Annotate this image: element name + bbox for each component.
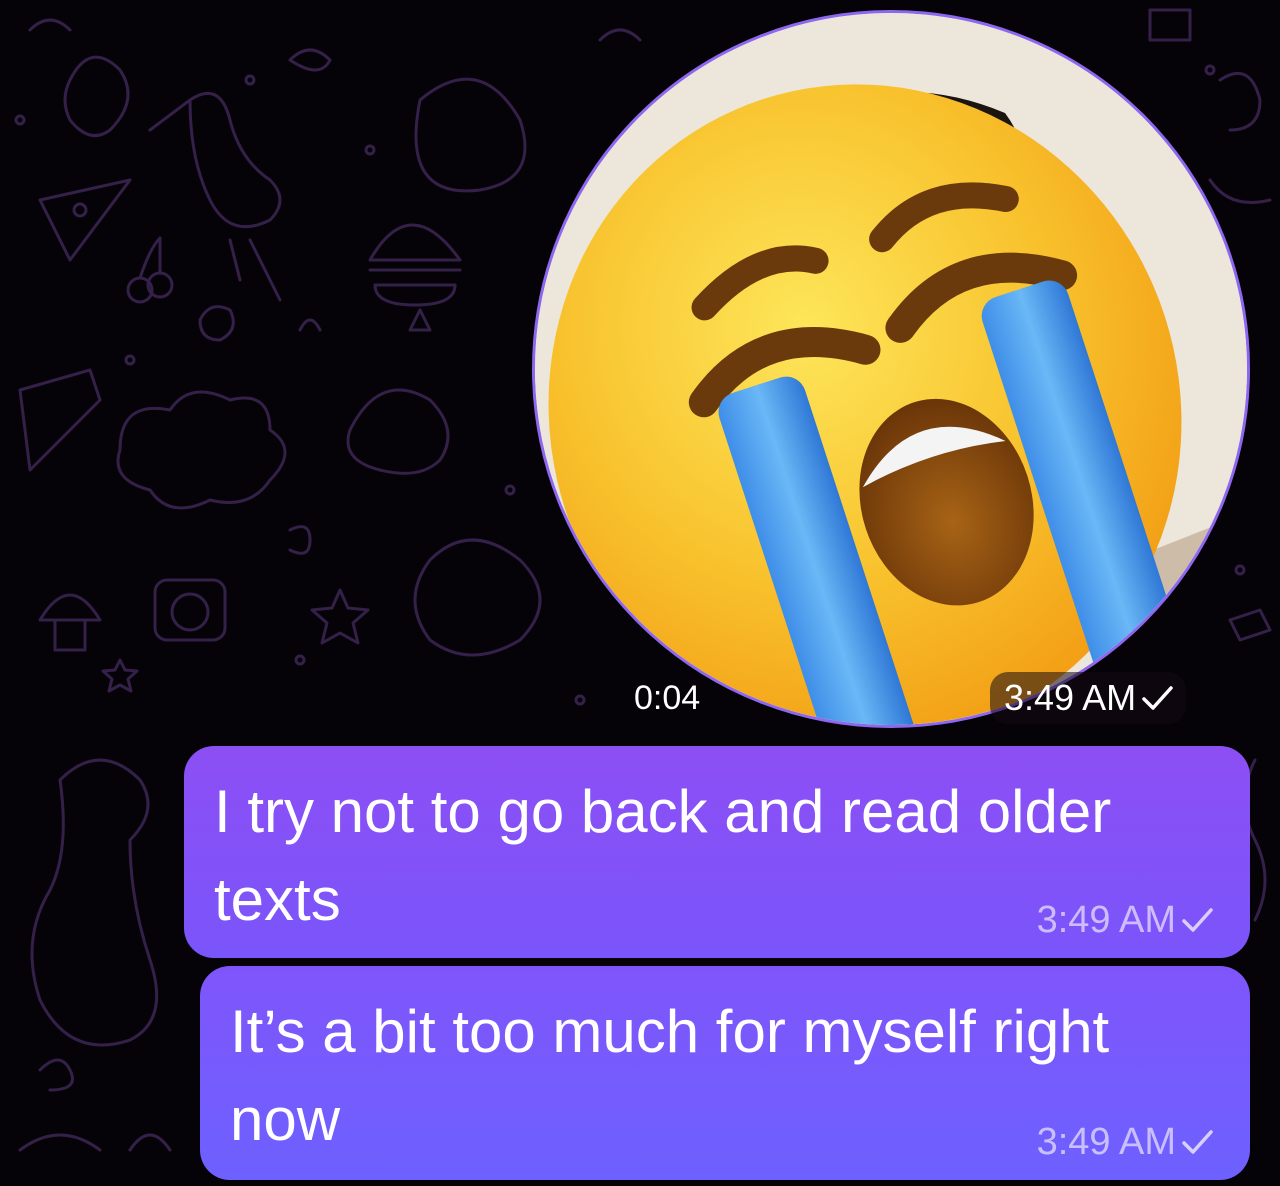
video-message[interactable]: [532, 10, 1250, 728]
crying-face-icon: [535, 13, 1247, 725]
single-check-icon: [1182, 908, 1213, 932]
video-duration: 0:04: [634, 679, 701, 717]
chat-view: 0:04 3:49 AM I try not to go back and re…: [0, 0, 1280, 1186]
video-timestamp-badge: 3:49 AM: [990, 672, 1187, 724]
single-check-icon: [1142, 686, 1173, 710]
outgoing-message-bubble[interactable]: It’s a bit too much for myself right now…: [200, 966, 1250, 1180]
message-timestamp-group: 3:49 AM: [1037, 1120, 1214, 1164]
video-timestamp: 3:49 AM: [1004, 677, 1137, 718]
single-check-icon: [1182, 1130, 1213, 1154]
outgoing-message-bubble[interactable]: I try not to go back and read older text…: [184, 746, 1250, 958]
message-timestamp-group: 3:49 AM: [1037, 898, 1214, 942]
message-timestamp: 3:49 AM: [1036, 1121, 1176, 1163]
message-timestamp: 3:49 AM: [1036, 899, 1176, 941]
